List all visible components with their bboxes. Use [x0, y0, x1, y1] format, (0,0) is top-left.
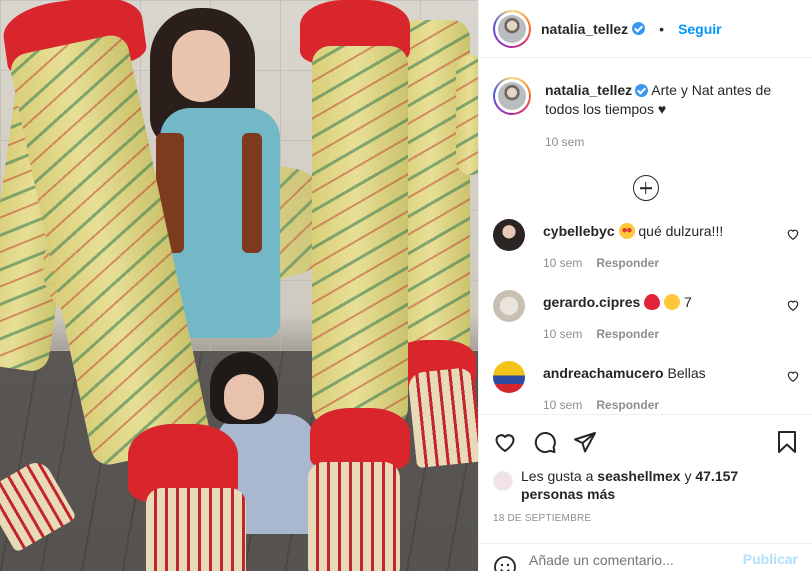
comment-username[interactable]: gerardo.cipres: [543, 294, 640, 310]
post-caption: natalia_tellez Arte y Nat antes de todos…: [479, 59, 812, 149]
caption-username[interactable]: natalia_tellez: [545, 82, 632, 98]
publish-button[interactable]: Publicar: [743, 551, 798, 571]
comment-text: Bellas: [667, 365, 706, 381]
add-comment-bar: Publicar: [479, 543, 812, 571]
author-username[interactable]: natalia_tellez: [541, 21, 628, 37]
reply-button[interactable]: Responder: [596, 398, 659, 412]
comment-text: qué dulzura!!!: [638, 223, 724, 239]
caption-time: 10 sem: [545, 135, 585, 149]
header-separator: •: [659, 20, 665, 37]
comment-item: andreachamucero Bellas 10 sem Responder: [479, 361, 812, 414]
caption-avatar[interactable]: [493, 77, 531, 115]
comment-username[interactable]: andreachamucero: [543, 365, 664, 381]
post-side-panel: natalia_tellez • Seguir natalia_tellez A…: [478, 0, 812, 571]
comment-item: gerardo.cipres 7 10 sem Responder: [479, 290, 812, 343]
comment-time: 10 sem: [543, 398, 583, 412]
add-circle-icon[interactable]: [632, 175, 659, 201]
sculpture-hand-back-right: [407, 366, 478, 469]
like-comment-heart-icon[interactable]: [786, 369, 800, 383]
comment-avatar[interactable]: [493, 361, 525, 393]
emoji-icon[interactable]: [493, 555, 517, 571]
verified-badge-icon: [635, 84, 649, 97]
sculpture-hand-front-left: [146, 488, 246, 571]
like-comment-heart-icon[interactable]: [786, 298, 800, 312]
comment-avatar[interactable]: [493, 290, 525, 322]
post-header: natalia_tellez • Seguir: [479, 0, 812, 58]
reply-button[interactable]: Responder: [596, 327, 659, 341]
follow-button[interactable]: Seguir: [678, 21, 722, 37]
wink-face-emoji: [664, 294, 681, 310]
comments-list[interactable]: natalia_tellez Arte y Nat antes de todos…: [479, 59, 812, 414]
sculpture-arm-front-center: [312, 46, 408, 426]
verified-badge-icon: [632, 22, 646, 35]
red-heart-emoji: [644, 294, 661, 310]
reply-button[interactable]: Responder: [596, 256, 659, 270]
likes-conjunction: y: [684, 468, 692, 484]
sculpture-hand-front-center: [308, 462, 400, 571]
comment-avatar[interactable]: [493, 219, 525, 251]
like-comment-heart-icon[interactable]: [786, 227, 800, 241]
comment-icon[interactable]: [533, 430, 557, 454]
post-photo[interactable]: [0, 0, 478, 571]
liker-avatar[interactable]: [493, 471, 513, 491]
likes-prefix: Les gusta a: [521, 468, 594, 484]
likes-summary: Les gusta a seashellmex y 47.157 persona…: [493, 467, 798, 503]
liker-username[interactable]: seashellmex: [597, 468, 680, 484]
instagram-post-modal: natalia_tellez • Seguir natalia_tellez A…: [0, 0, 812, 571]
share-icon[interactable]: [573, 430, 597, 454]
sculpture-arm-far-right: [456, 55, 478, 175]
author-avatar[interactable]: [493, 9, 531, 48]
comment-time: 10 sem: [543, 256, 583, 270]
post-actions: Les gusta a seashellmex y 47.157 persona…: [479, 414, 812, 524]
comment-item: cybellebyc qué dulzura!!! 10 sem Responde…: [479, 219, 812, 272]
sculpture-cuff-front-center: [310, 408, 410, 470]
comment-text: 7: [683, 294, 692, 310]
comment-username[interactable]: cybellebyc: [543, 223, 615, 239]
heart-eyes-emoji: [618, 223, 635, 239]
post-date[interactable]: 18 DE SEPTIEMBRE: [493, 513, 798, 524]
heart-icon[interactable]: [493, 430, 517, 454]
bookmark-icon[interactable]: [776, 430, 798, 454]
comment-input[interactable]: [529, 549, 731, 571]
comment-time: 10 sem: [543, 327, 583, 341]
